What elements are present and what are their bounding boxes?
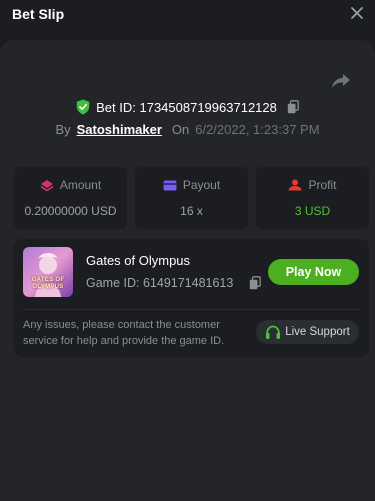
stat-amount: Amount 0.20000000 USD [14,167,127,229]
profit-value: 3 USD [294,204,331,218]
payout-card-icon [163,180,177,190]
amount-value: 0.20000000 USD [24,204,117,218]
close-icon[interactable] [349,5,365,21]
game-thumbnail[interactable]: GATES OF OLYMPUS [23,247,73,297]
stat-profit: Profit 3 USD [256,167,369,229]
play-now-button[interactable]: Play Now [268,259,359,285]
payout-label: Payout [182,178,221,192]
bet-stats: Amount 0.20000000 USD Payout 16 x Profit… [14,167,369,229]
live-support-label: Live Support [285,326,350,338]
game-id: Game ID: 6149171481613 [86,276,234,290]
bet-date: 6/2/2022, 1:23:37 PM [195,121,320,137]
game-id-row: Game ID: 6149171481613 [86,276,262,290]
amount-label: Amount [59,178,102,192]
divider [23,309,360,310]
game-card: GATES OF OLYMPUS Gates of Olympus Game I… [14,239,369,357]
bet-id-row: Bet ID: 1734508719963712128 [0,97,375,117]
by-label: By [55,121,71,137]
bet-author-row: By Satoshimaker On 6/2/2022, 1:23:37 PM [0,120,375,138]
profit-label: Profit [308,178,337,192]
shield-check-icon [76,99,90,115]
amount-icon [40,180,54,191]
stat-payout: Payout 16 x [135,167,248,229]
profit-icon [288,179,302,191]
headset-icon [266,325,281,339]
game-name: Gates of Olympus [86,253,191,268]
header: Bet Slip [0,0,375,40]
copy-icon[interactable] [287,100,299,114]
share-icon[interactable] [331,72,351,90]
live-support-button[interactable]: Live Support [256,320,359,344]
payout-value: 16 x [180,204,203,218]
username-link[interactable]: Satoshimaker [77,122,162,137]
copy-icon[interactable] [249,276,262,290]
dialog-title: Bet Slip [12,6,65,22]
support-notice: Any issues, please contact the customer … [23,319,225,347]
bet-id: Bet ID: 1734508719963712128 [96,99,277,115]
thumbnail-caption: GATES OF OLYMPUS [31,277,65,290]
on-label: On [171,121,190,137]
